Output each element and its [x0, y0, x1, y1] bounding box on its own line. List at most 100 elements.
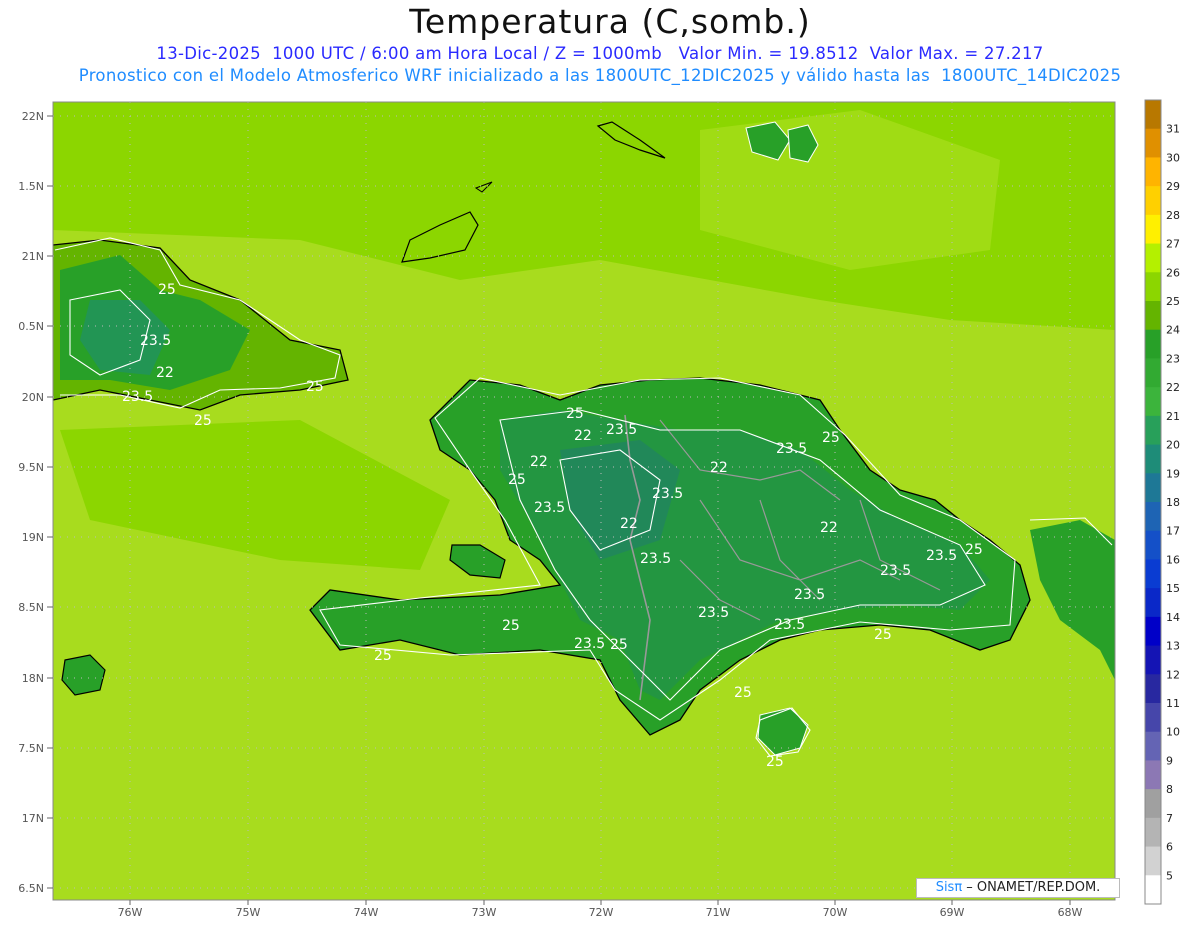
contour-label: 23.5: [774, 617, 805, 633]
contour-label: 25: [566, 406, 584, 422]
contour-label: 23.5: [776, 441, 807, 457]
lon-label: 76W: [118, 906, 143, 919]
colorbar-label: 15: [1166, 582, 1180, 595]
colorbar-swatch: [1145, 301, 1161, 331]
colorbar-swatch: [1145, 731, 1161, 761]
colorbar-swatch: [1145, 186, 1161, 216]
lat-label: 19N: [22, 531, 44, 544]
contour-label: 23.5: [140, 333, 171, 349]
contour-label: 23.5: [640, 551, 671, 567]
lon-label: 73W: [472, 906, 497, 919]
colorbar-swatch: [1145, 760, 1161, 790]
contour-label: 23.5: [880, 563, 911, 579]
credit-org: – ONAMET/REP.DOM.: [962, 880, 1101, 895]
colorbar-swatch: [1145, 128, 1161, 158]
temperature-map: 25 23.5 22 23.5 25 25 25 22 23.5 23.5 22…: [18, 99, 1180, 919]
colorbar-swatch: [1145, 387, 1161, 417]
lat-label: 20N: [22, 391, 44, 404]
colorbar-label: 26: [1166, 266, 1180, 279]
lon-label: 75W: [236, 906, 261, 919]
contour-label: 23.5: [926, 548, 957, 564]
contour-label: 23.5: [122, 389, 153, 405]
lon-ticks: [129, 900, 1071, 905]
lat-label: 1.5N: [18, 180, 44, 193]
contour-label: 22: [156, 365, 174, 381]
lon-label: 72W: [589, 906, 614, 919]
colorbar-swatch: [1145, 559, 1161, 589]
contour-label: 22: [574, 428, 592, 444]
colorbar-label: 14: [1166, 611, 1180, 624]
contour-label: 25: [734, 685, 752, 701]
colorbar-swatch: [1145, 789, 1161, 819]
colorbar-swatch: [1145, 588, 1161, 618]
lon-label: 74W: [354, 906, 379, 919]
contour-label: 23.5: [534, 500, 565, 516]
colorbar-swatch: [1145, 502, 1161, 532]
lon-label: 71W: [706, 906, 731, 919]
lat-ticks: [47, 115, 53, 889]
colorbar-label: 22: [1166, 381, 1180, 394]
lat-label: 18N: [22, 672, 44, 685]
colorbar-swatch: [1145, 817, 1161, 848]
contour-label: 25: [306, 379, 324, 395]
contour-label: 25: [874, 627, 892, 643]
colorbar-swatch: [1145, 473, 1161, 503]
colorbar-swatch: [1145, 846, 1161, 876]
contour-label: 23.5: [606, 422, 637, 438]
lat-label: 0.5N: [18, 320, 44, 333]
colorbar-swatch: [1145, 415, 1161, 446]
contour-label: 25: [822, 430, 840, 446]
colorbar: 31 30 29 28 27 26 25 24 23 22 21 20 19 18 17 16 15 14 13 12…: [1144, 99, 1180, 905]
colorbar-swatch: [1145, 358, 1161, 388]
contour-label: 22: [820, 520, 838, 536]
colorbar-label: 7: [1166, 812, 1173, 825]
contour-label: 25: [766, 754, 784, 770]
colorbar-label: 28: [1166, 209, 1180, 222]
lat-label: 9.5N: [18, 461, 44, 474]
colorbar-label: 12: [1166, 668, 1180, 681]
colorbar-swatch: [1145, 444, 1161, 474]
lat-label: 8.5N: [18, 601, 44, 614]
lon-label: 69W: [940, 906, 965, 919]
contour-label: 25: [610, 637, 628, 653]
contour-label: 22: [620, 516, 638, 532]
colorbar-swatch: [1145, 674, 1161, 704]
colorbar-swatch: [1145, 645, 1161, 675]
colorbar-swatch: [1145, 875, 1161, 905]
contour-label: 23.5: [574, 636, 605, 652]
colorbar-label: 6: [1166, 841, 1173, 854]
colorbar-label: 29: [1166, 180, 1180, 193]
contour-label: 22: [530, 454, 548, 470]
colorbar-label: 25: [1166, 295, 1180, 308]
colorbar-label: 31: [1166, 123, 1180, 136]
credit-brand: Sisπ: [935, 880, 963, 895]
colorbar-swatch: [1145, 214, 1161, 245]
colorbar-swatch: [1145, 703, 1161, 733]
colorbar-label: 11: [1166, 697, 1180, 710]
colorbar-label: 18: [1166, 496, 1180, 509]
colorbar-swatch: [1145, 272, 1161, 302]
colorbar-label: 21: [1166, 410, 1180, 423]
latitude-axis: 22N 1.5N 21N 0.5N 20N 9.5N 19N 8.5N 18N …: [18, 110, 44, 895]
colorbar-swatch: [1145, 243, 1161, 273]
contour-label: 25: [194, 413, 212, 429]
colorbar-swatch: [1145, 157, 1161, 187]
lat-label: 21N: [22, 250, 44, 263]
lat-label: 22N: [22, 110, 44, 123]
colorbar-label: 19: [1166, 467, 1180, 480]
colorbar-label: 27: [1166, 238, 1180, 251]
contour-label: 23.5: [652, 486, 683, 502]
lat-label: 6.5N: [18, 882, 44, 895]
contour-label: 25: [508, 472, 526, 488]
contour-label: 23.5: [698, 605, 729, 621]
longitude-axis: 76W 75W 74W 73W 72W 71W 70W 69W 68W: [118, 906, 1083, 919]
lon-label: 68W: [1058, 906, 1083, 919]
colorbar-label: 30: [1166, 151, 1180, 164]
colorbar-label: 9: [1166, 754, 1173, 767]
contour-label: 25: [374, 648, 392, 664]
colorbar-label: 16: [1166, 553, 1180, 566]
colorbar-label: 24: [1166, 324, 1180, 337]
colorbar-label: 5: [1166, 869, 1173, 882]
contour-label: 25: [502, 618, 520, 634]
colorbar-swatch: [1145, 530, 1161, 560]
